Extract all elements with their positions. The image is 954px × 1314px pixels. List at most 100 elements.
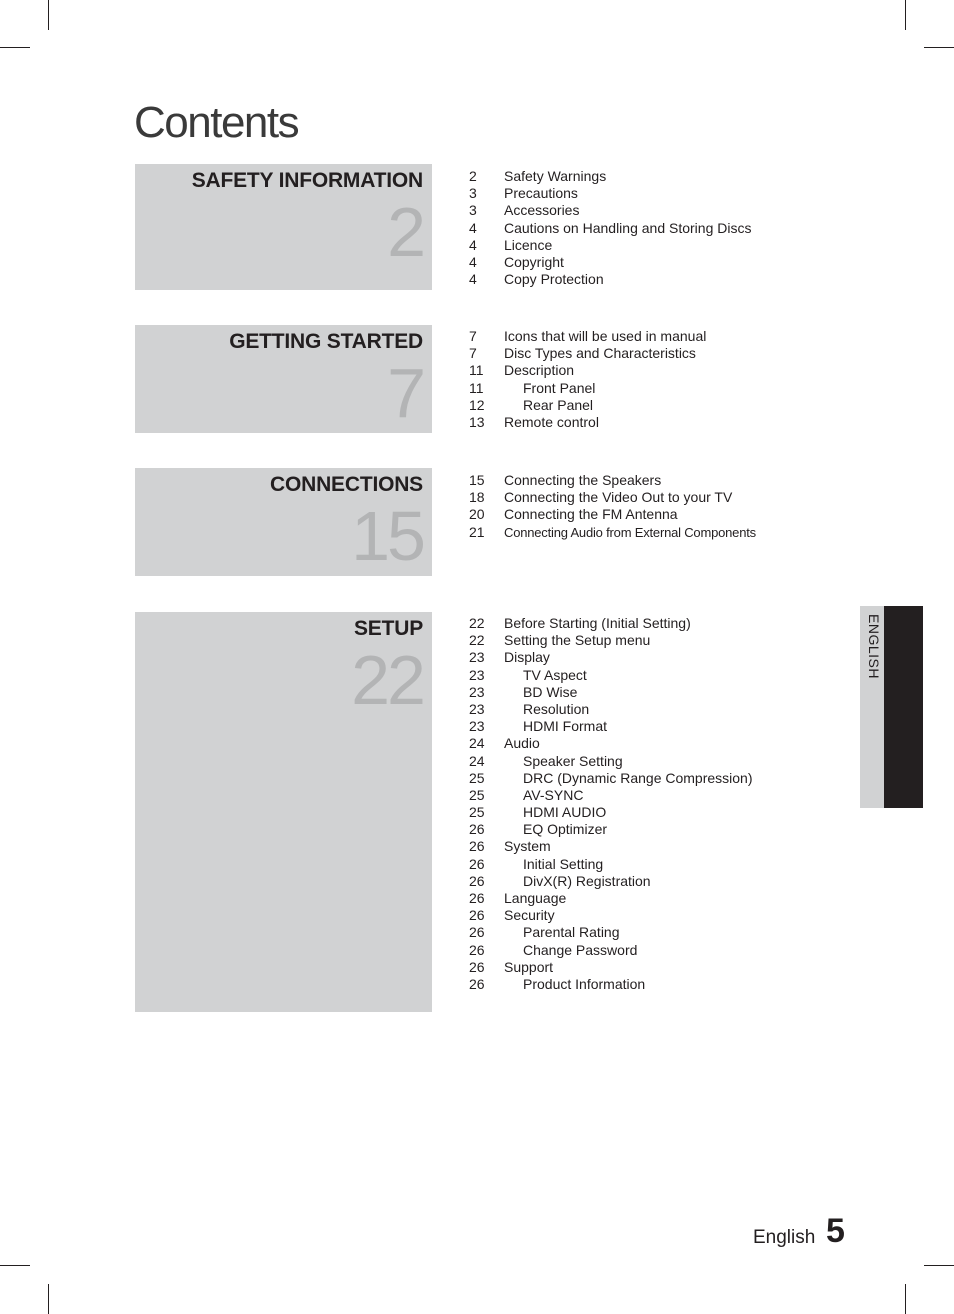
toc-entry-page: 13 [469,413,485,430]
section-start-page: 22 [351,641,426,719]
language-tab-bar [884,606,923,808]
crop-mark [905,1284,906,1314]
toc-entry-label: AV-SYNC [523,786,584,803]
toc-entry-label: Before Starting (Initial Setting) [504,615,691,631]
toc-entry-label: HDMI AUDIO [523,804,607,821]
section-title: GETTING STARTED [229,330,423,353]
toc-entry-label: Cautions on Handling and Storing Discs [504,219,752,236]
toc-entry-page: 24 [469,752,485,769]
toc-entry-label: EQ Optimizer [523,821,608,838]
toc-entry-page: 21 [469,523,485,540]
toc-entry-label: Connecting the FM Antenna [504,506,678,523]
toc-entry-label: Licence [504,236,553,253]
crop-mark [48,1284,49,1314]
toc-entry-label: Resolution [523,700,590,717]
toc-entry-page: 11 [469,362,484,379]
crop-mark [0,47,30,48]
toc-entry-label: Description [504,362,575,379]
toc-entry-page: 4 [469,219,477,236]
toc-entry-page: 20 [469,506,485,523]
toc-entry-page: 24 [469,735,485,752]
toc-entry-label: Precautions [504,185,578,202]
toc-entry-label: Copyright [504,253,564,270]
toc-entry-label: Accessories [504,202,580,219]
toc-entry-label: Parental Rating [523,924,620,941]
section-start-page: 7 [387,354,426,432]
toc-entry-page: 2 [469,168,477,184]
toc-entry-label: Audio [504,735,540,752]
toc-entry-label: DivX(R) Registration [523,872,651,889]
crop-mark [48,0,49,30]
toc-entry-label: Disc Types and Characteristics [504,345,696,362]
toc-entry-page: 7 [469,345,477,362]
toc-entry-page: 12 [469,396,485,413]
toc-entry-label: Setting the Setup menu [504,632,651,649]
toc-entry-label: Icons that will be used in manual [504,328,707,344]
toc-entry-page: 26 [469,941,485,958]
crop-mark [924,1265,954,1266]
toc-entry-label: Security [504,907,555,924]
toc-entry-page: 25 [469,804,485,821]
toc-entry-page: 22 [469,615,485,631]
footer-language: English [753,1227,816,1248]
toc-entry-page: 23 [469,649,485,666]
toc-entry-label: DRC (Dynamic Range Compression) [523,769,753,786]
toc-entry-page: 15 [469,472,485,488]
toc-entry-page: 26 [469,924,485,941]
toc-entry-page: 4 [469,253,477,270]
toc-entry-page: 26 [469,958,485,975]
toc-entry-page: 26 [469,838,485,855]
toc-entry-page: 4 [469,271,477,288]
section-box-connections[interactable]: CONNECTIONS 15 [135,468,432,576]
toc-entry-label: TV Aspect [523,666,587,683]
toc-entry-page: 25 [469,786,485,803]
toc-entry-label: Connecting Audio from External Component… [504,524,756,540]
toc-entry-page: 3 [469,202,477,219]
toc-entry-page: 4 [469,236,477,253]
footer-page-number: 5 [826,1212,845,1250]
toc-entry-label: Front Panel [523,379,596,396]
toc-entry-page: 26 [469,975,485,992]
toc-entry-page: 26 [469,907,485,924]
toc-entry-page: 18 [469,489,485,506]
section-box-setup[interactable]: SETUP 22 [135,612,432,1012]
toc-entry-label: HDMI Format [523,718,607,735]
toc-entry-page: 26 [469,821,485,838]
section-start-page: 2 [387,193,426,271]
section-box-safety-information[interactable]: SAFETY INFORMATION 2 [135,164,432,290]
toc-entry-label: Remote control [504,413,599,430]
toc-entry-label: Safety Warnings [504,168,607,184]
section-title: SETUP [353,617,423,640]
toc-entry-page: 23 [469,683,485,700]
toc-entry-label: Copy Protection [504,271,604,288]
crop-mark [0,1265,30,1266]
toc-entry-page: 23 [469,700,485,717]
toc-entry-label: Language [504,890,567,906]
section-title: CONNECTIONS [270,473,423,496]
toc-entry-page: 11 [469,379,484,396]
toc-entry-page: 25 [469,769,485,786]
toc-entry-page: 26 [469,890,485,906]
toc-entry-label: Product Information [523,975,646,992]
language-tab-label: ENGLISH [866,614,882,679]
toc-entry-page: 26 [469,872,485,889]
toc-entry-label: Rear Panel [523,396,594,413]
toc-entry-label: System [504,838,551,855]
toc-entry-label: Connecting the Speakers [504,472,662,488]
toc-entry-label: Display [504,649,550,666]
toc-entry-page: 22 [469,632,485,649]
toc-entry-label: Speaker Setting [523,752,623,769]
toc-entry-label: Connecting the Video Out to your TV [504,489,733,506]
toc-entry-page: 26 [469,855,485,872]
crop-mark [924,47,954,48]
language-tab[interactable]: ENGLISH [860,606,923,808]
section-start-page: 15 [351,497,426,575]
toc-entry-page: 23 [469,718,485,735]
toc-entry-label: Initial Setting [523,855,604,872]
section-box-getting-started[interactable]: GETTING STARTED 7 [135,325,432,433]
section-title: SAFETY INFORMATION [191,169,423,192]
toc-entry-label: BD Wise [523,683,578,700]
toc-entry-label: Change Password [523,941,638,958]
toc-entry-label: Support [504,958,554,975]
toc-entry-page: 7 [469,328,477,344]
